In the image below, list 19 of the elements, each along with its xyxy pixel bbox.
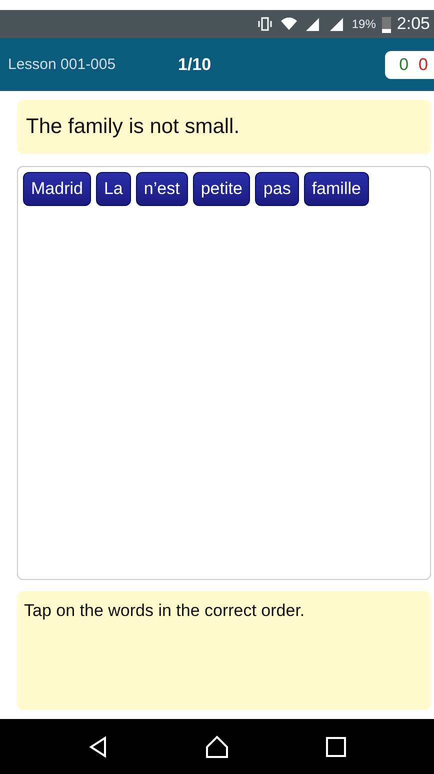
word-tile[interactable]: n’est: [136, 172, 188, 206]
back-icon[interactable]: [88, 736, 108, 758]
correct-count: 0: [399, 54, 409, 74]
instruction-text: Tap on the words in the correct order.: [17, 591, 431, 710]
progress-counter: 1/10: [178, 54, 212, 74]
vibrate-icon: [256, 15, 274, 33]
prompt-sentence: The family is not small.: [17, 100, 431, 154]
wrong-count: 0: [418, 54, 428, 74]
lesson-title: Lesson 001-005: [8, 56, 117, 73]
word-tile[interactable]: La: [96, 172, 131, 206]
word-tile[interactable]: Madrid: [23, 172, 91, 206]
battery-icon: [382, 16, 391, 32]
clock: 2:05: [396, 14, 430, 34]
battery-percent: 19%: [352, 17, 376, 31]
home-icon[interactable]: [204, 734, 229, 758]
word-tile[interactable]: famille: [304, 172, 369, 206]
recent-apps-icon[interactable]: [326, 736, 346, 756]
word-tile[interactable]: pas: [255, 172, 299, 206]
word-tile[interactable]: petite: [192, 172, 250, 206]
